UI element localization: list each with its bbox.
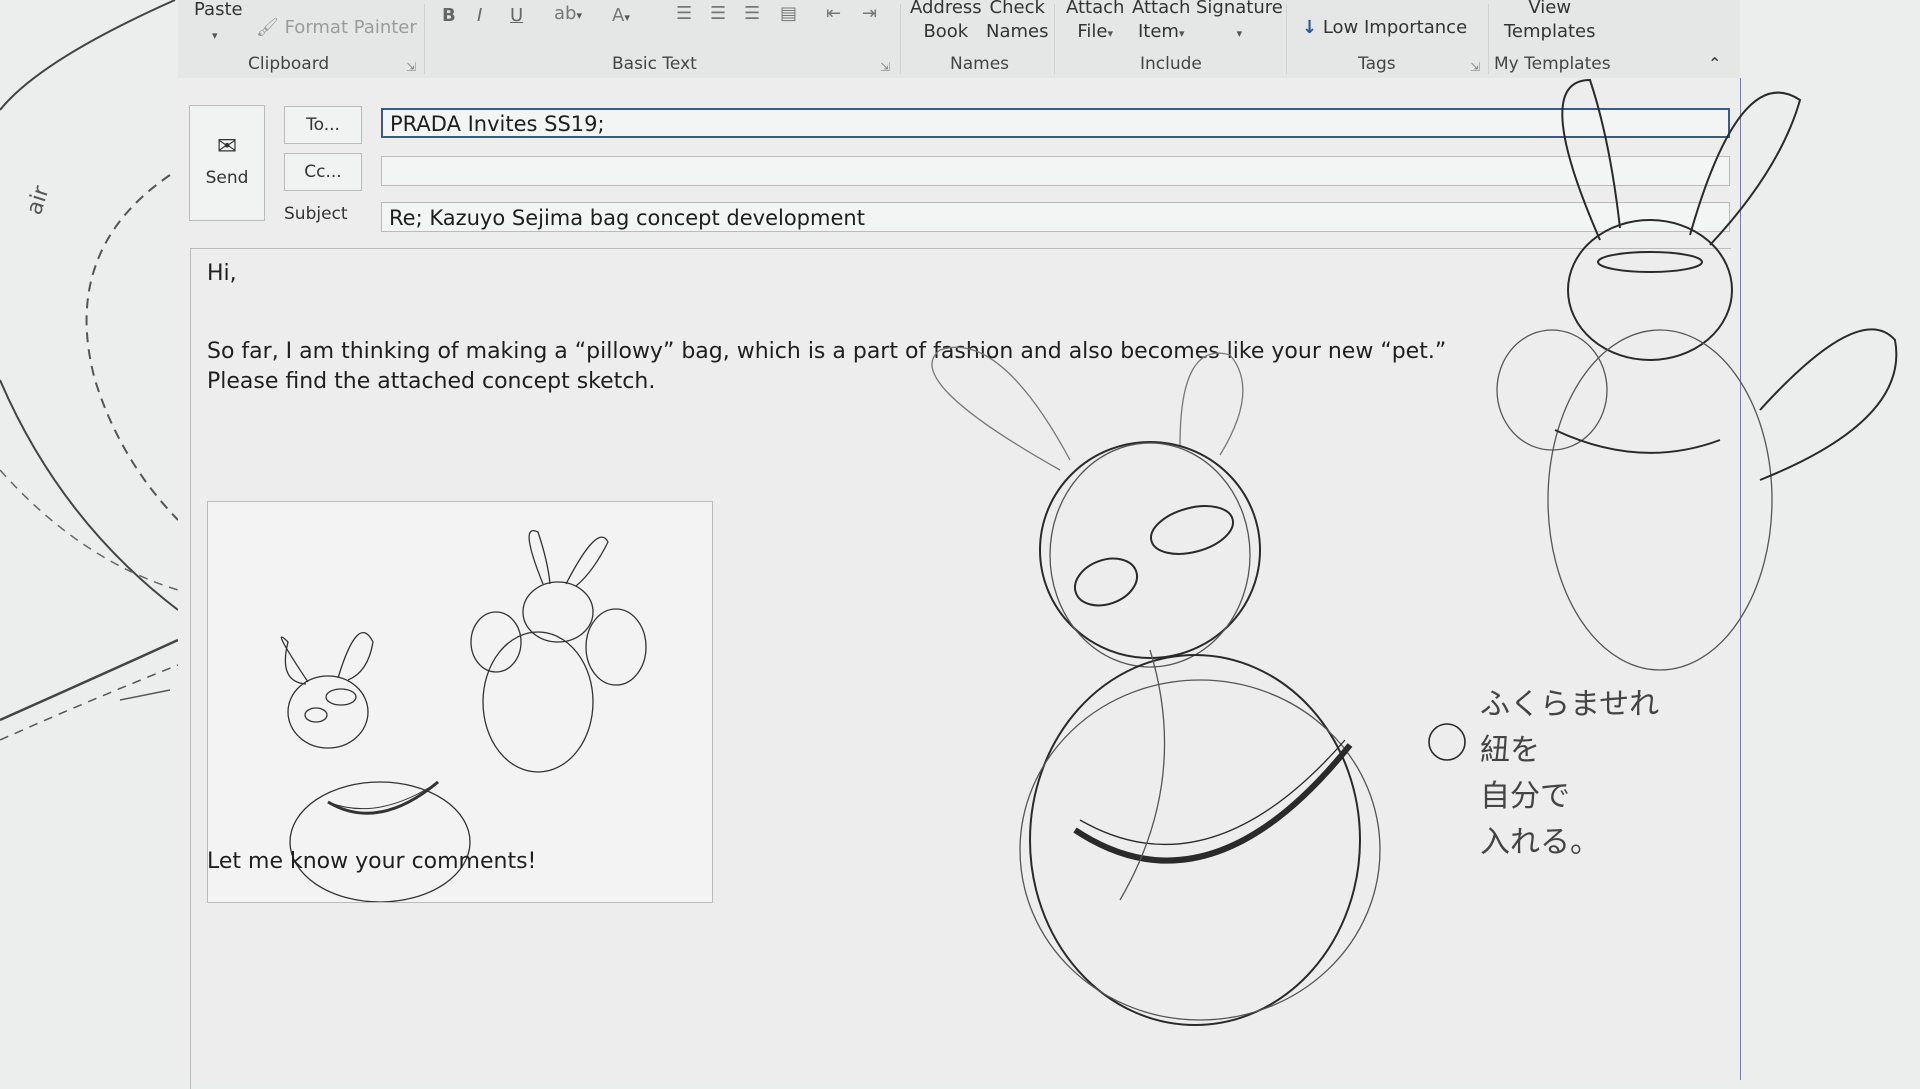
note-line-1: ふくらませれ	[1480, 687, 1660, 722]
overlay-bunny-sketch	[931, 78, 1898, 1026]
note-line-4: 入れる。	[1480, 825, 1600, 860]
note-line-3: 自分で	[1480, 779, 1570, 814]
note-line-2: 紐を	[1480, 733, 1540, 768]
sketch-handwritten-note: ふくらませれ 紐を 自分で 入れる。	[1480, 682, 1659, 866]
